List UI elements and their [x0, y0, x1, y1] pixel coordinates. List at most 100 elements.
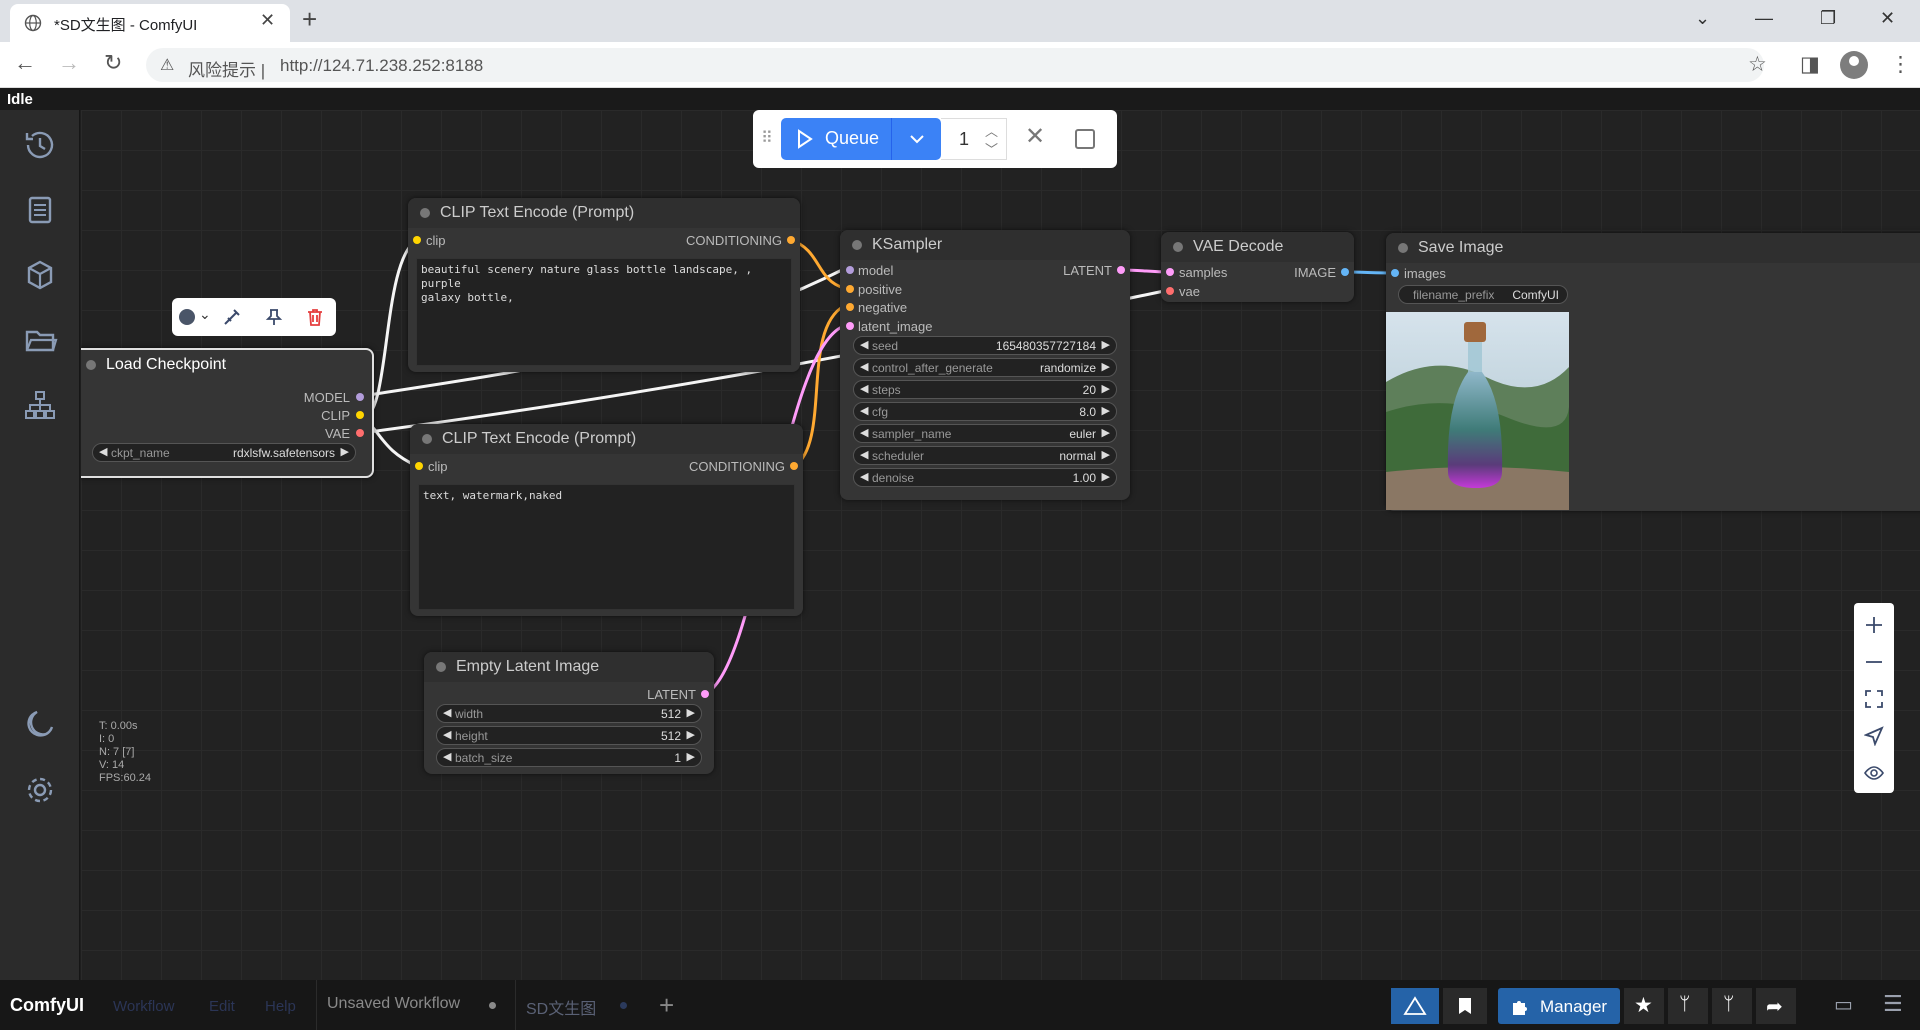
input-negative-slot[interactable] [846, 303, 854, 311]
load-checkpoint-node[interactable]: Load Checkpoint MODEL CLIP VAE ◀ ckpt_nam… [81, 348, 374, 478]
input-vae-slot[interactable] [1166, 287, 1174, 295]
zoom-in-icon[interactable] [1864, 615, 1884, 635]
color-picker-icon[interactable] [179, 309, 195, 325]
tab-search-chevron-icon[interactable]: ⌄ [1695, 8, 1710, 29]
drag-handle-icon[interactable]: ⠿ [761, 128, 773, 148]
settings-gear-icon[interactable] [20, 770, 60, 810]
hamburger-menu-icon[interactable]: ☰ [1883, 991, 1903, 1017]
side-panel-icon[interactable]: ◨ [1800, 52, 1820, 77]
output-image-slot[interactable] [1341, 268, 1349, 276]
sampler-name-widget[interactable]: ◀ sampler_name euler ▶ [853, 424, 1117, 443]
increment-icon[interactable]: ︿ [985, 121, 998, 140]
workflows-folder-icon[interactable] [20, 320, 60, 360]
toggle-panel-icon[interactable]: ▭ [1834, 992, 1853, 1017]
save-image-node[interactable]: Save Image images filename_prefix ComfyU… [1386, 233, 1920, 511]
browser-menu-icon[interactable]: ⋮ [1890, 52, 1911, 77]
denoise-widget[interactable]: ◀ denoise 1.00 ▶ [853, 468, 1117, 487]
select-pointer-icon[interactable] [1864, 726, 1884, 746]
app-logo-text: ComfyUI [10, 995, 85, 1015]
input-positive-slot[interactable] [846, 285, 854, 293]
input-model-slot[interactable] [846, 266, 854, 274]
output-vae-slot[interactable] [356, 429, 364, 437]
output-clip-slot[interactable] [356, 411, 364, 419]
graph-canvas[interactable]: Load Checkpoint MODEL CLIP VAE ◀ ckpt_nam… [81, 110, 1920, 980]
height-widget[interactable]: ◀ height 512 ▶ [436, 726, 702, 745]
minimize-button[interactable]: — [1755, 8, 1773, 29]
delete-trash-icon[interactable] [305, 307, 325, 327]
toggle-links-eye-icon[interactable] [1864, 763, 1884, 783]
clip-text-encode-positive-node[interactable]: CLIP Text Encode (Prompt) clip CONDITION… [408, 198, 800, 372]
comfy-registry-button[interactable] [1391, 988, 1439, 1024]
chevron-down-icon[interactable]: ⌄ [199, 306, 211, 323]
output-conditioning-slot[interactable] [790, 462, 798, 470]
batch-count-input[interactable]: 1 ︿ ﹀ [941, 118, 1007, 160]
url-text[interactable]: http://124.71.238.252:8188 [280, 56, 483, 76]
menu-edit[interactable]: Edit [209, 998, 235, 1015]
output-latent-slot[interactable] [701, 690, 709, 698]
profile-avatar[interactable] [1840, 51, 1868, 79]
reload-icon[interactable]: ↻ [104, 50, 122, 76]
queue-list-icon[interactable] [20, 190, 60, 230]
bookmark-button[interactable] [1443, 988, 1487, 1024]
share-button[interactable]: ➦ [1756, 988, 1796, 1024]
model-button-b[interactable]: ᛘ [1712, 988, 1752, 1024]
decrement-icon[interactable]: ﹀ [985, 139, 998, 158]
model-button-a[interactable]: ᛘ [1668, 988, 1708, 1024]
input-clip-slot[interactable] [415, 462, 423, 470]
prompt-textarea[interactable]: beautiful scenery nature glass bottle la… [416, 258, 792, 366]
input-images-slot[interactable] [1391, 269, 1399, 277]
node-library-icon[interactable] [20, 385, 60, 425]
new-tab-button[interactable]: + [302, 4, 317, 35]
vae-decode-node[interactable]: VAE Decode samples vae IMAGE [1161, 232, 1354, 302]
filename-prefix-widget[interactable]: filename_prefix ComfyUI [1398, 285, 1568, 304]
security-warning-label[interactable]: 风险提示 | [188, 56, 265, 81]
width-widget[interactable]: ◀ width 512 ▶ [436, 704, 702, 723]
url-omnibox[interactable]: ⚠ 风险提示 | http://124.71.238.252:8188 [146, 48, 1764, 82]
star-bookmark-icon[interactable]: ☆ [1748, 52, 1767, 77]
steps-widget[interactable]: ◀ steps 20 ▶ [853, 380, 1117, 399]
fit-view-icon[interactable] [1864, 689, 1884, 709]
output-model-slot[interactable] [356, 393, 364, 401]
menu-help[interactable]: Help [265, 998, 296, 1015]
input-clip-label: clip [428, 459, 448, 474]
batch-size-widget[interactable]: ◀ batch_size 1 ▶ [436, 748, 702, 767]
browser-tab[interactable]: *SD文生图 - ComfyUI ✕ [10, 4, 290, 42]
window-close-button[interactable]: ✕ [1880, 8, 1895, 29]
ckpt-name-combo[interactable]: ◀ ckpt_name rdxlsfw.safetensors ▶ [92, 443, 356, 462]
favorites-button[interactable]: ★ [1624, 988, 1664, 1024]
queue-button[interactable]: Queue [781, 118, 941, 160]
new-workflow-plus-icon[interactable]: + [659, 990, 674, 1021]
queue-options-chevron-icon[interactable] [907, 129, 927, 149]
forward-arrow-icon[interactable]: → [58, 50, 80, 76]
output-conditioning-slot[interactable] [787, 236, 795, 244]
model-library-cube-icon[interactable] [20, 255, 60, 295]
bypass-icon[interactable] [222, 307, 242, 327]
history-icon[interactable] [20, 125, 60, 165]
zoom-out-icon[interactable] [1864, 652, 1884, 672]
clear-queue-icon[interactable] [1075, 129, 1095, 149]
generated-image-preview[interactable] [1386, 312, 1569, 510]
cancel-current-icon[interactable]: ✕ [1025, 122, 1045, 151]
workflow-tab-unsaved[interactable]: Unsaved Workflow [316, 980, 510, 1030]
empty-latent-image-node[interactable]: Empty Latent Image LATENT ◀ width 512 ▶ ◀ he… [424, 652, 714, 774]
prompt-textarea[interactable]: text, watermark,naked [418, 484, 795, 610]
control-after-generate-widget[interactable]: ◀ control_after_generate randomize ▶ [853, 358, 1117, 377]
cfg-widget[interactable]: ◀ cfg 8.0 ▶ [853, 402, 1117, 421]
input-clip-slot[interactable] [413, 236, 421, 244]
tab-close-icon[interactable]: ✕ [260, 10, 275, 31]
clip-text-encode-negative-node[interactable]: CLIP Text Encode (Prompt) clip CONDITION… [410, 424, 803, 616]
ksampler-node[interactable]: KSampler model positive negative latent_… [840, 230, 1130, 500]
back-arrow-icon[interactable]: ← [14, 50, 36, 76]
workflow-tab-sd[interactable]: SD文生图 [515, 980, 641, 1030]
scheduler-widget[interactable]: ◀ scheduler normal ▶ [853, 446, 1117, 465]
manager-button[interactable]: Manager [1498, 988, 1620, 1024]
input-latent-image-slot[interactable] [846, 322, 854, 330]
seed-widget[interactable]: ◀ seed 165480357727184 ▶ [853, 336, 1117, 355]
menu-workflow[interactable]: Workflow [113, 998, 174, 1015]
theme-moon-icon[interactable] [20, 705, 60, 745]
warning-icon[interactable]: ⚠ [160, 55, 174, 75]
restore-button[interactable]: ❐ [1820, 8, 1836, 29]
output-latent-slot[interactable] [1117, 266, 1125, 274]
pin-icon[interactable] [264, 307, 284, 327]
input-samples-slot[interactable] [1166, 268, 1174, 276]
